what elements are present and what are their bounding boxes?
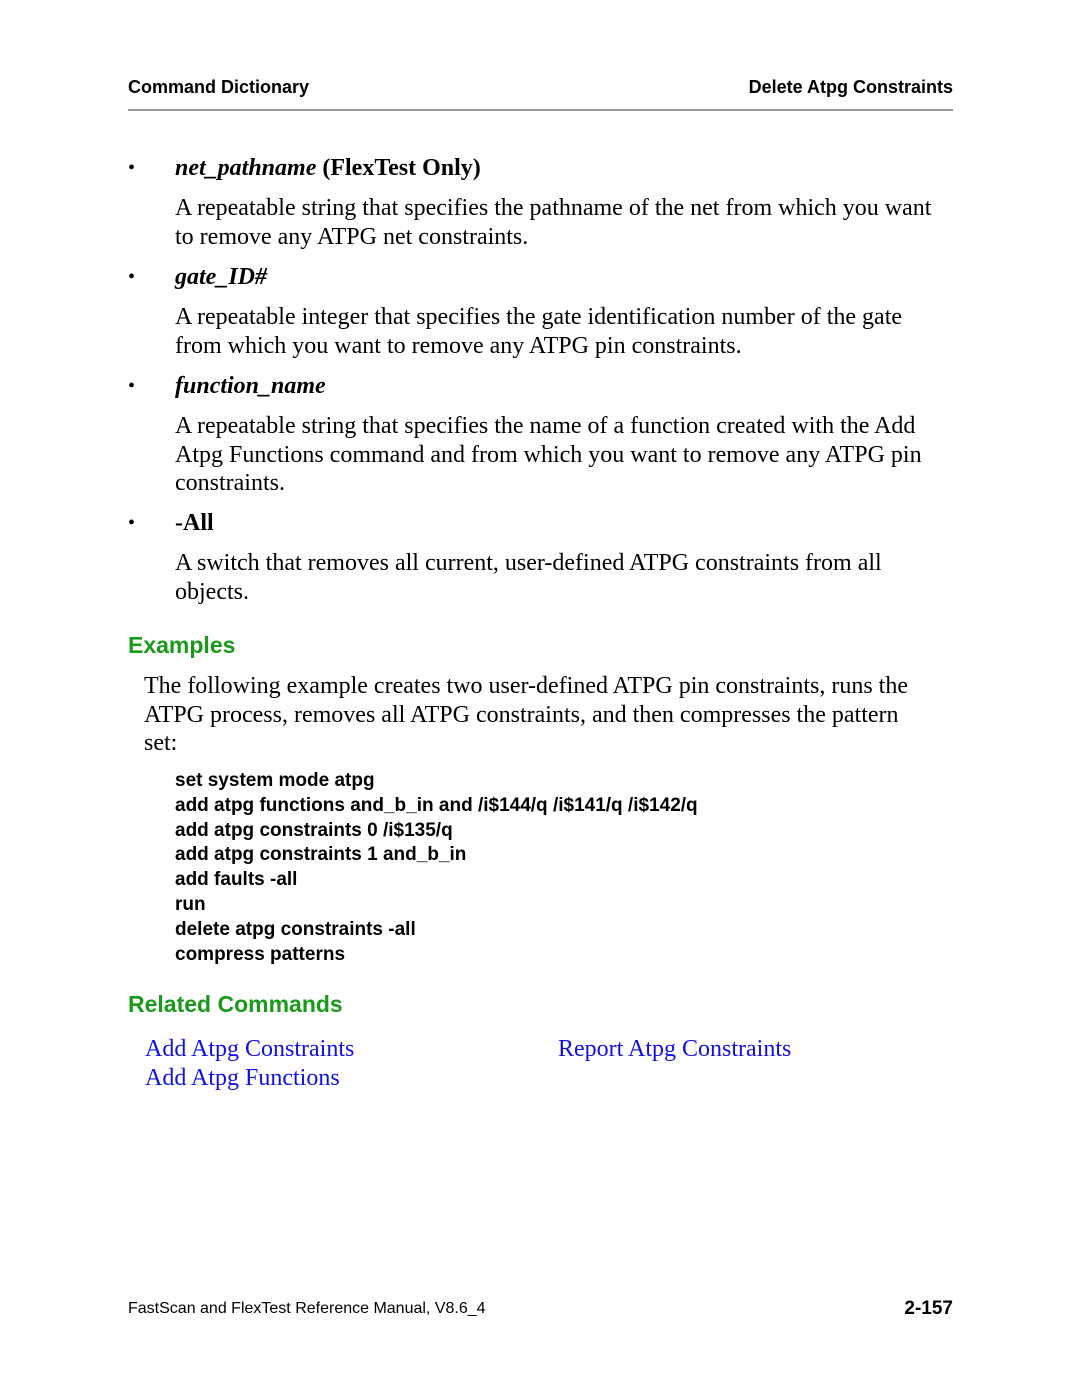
header-command-title: Delete Atpg Constraints xyxy=(748,77,953,97)
code-line: delete atpg constraints -all xyxy=(175,918,416,940)
argument-qualifier: (FlexTest Only) xyxy=(322,155,481,181)
description-line: A switch that removes all current, user-… xyxy=(175,550,882,576)
description-line: A repeatable string that specifies the n… xyxy=(175,413,916,439)
argument-description: A switch that removes all current, user-… xyxy=(175,549,955,606)
argument-description: A repeatable integer that specifies the … xyxy=(175,303,955,360)
argument-name: gate_ID# xyxy=(175,264,267,290)
code-line: set system mode atpg xyxy=(175,770,375,791)
code-line: add atpg functions and_b_in and /i$144/q… xyxy=(175,794,698,816)
description-line: Atpg Functions command and from which yo… xyxy=(175,441,922,468)
description-line: A repeatable integer that specifies the … xyxy=(175,304,903,330)
bullet-icon xyxy=(128,263,168,292)
argument-description: A repeatable string that specifies the n… xyxy=(175,412,955,498)
related-commands-heading: Related Commands xyxy=(128,991,343,1017)
argument-name: -All xyxy=(175,510,214,536)
manual-page: Command Dictionary Delete Atpg Constrain… xyxy=(0,0,1080,1397)
argument-label: net_pathname (FlexTest Only) xyxy=(175,154,481,183)
running-header: Command Dictionary Delete Atpg Constrain… xyxy=(128,77,953,99)
link-add-atpg-constraints[interactable]: Add Atpg Constraints xyxy=(145,1036,354,1063)
footer-page-number: 2-157 xyxy=(904,1298,953,1319)
description-line: A repeatable string that specifies the p… xyxy=(175,195,932,221)
intro-line: ATPG process, removes all ATPG constrain… xyxy=(144,701,899,728)
argument-label: function_name xyxy=(175,372,326,401)
description-line: from which you want to remove any ATPG p… xyxy=(175,332,742,359)
code-line: add atpg constraints 1 and_b_in xyxy=(175,844,467,866)
bullet-icon xyxy=(128,509,168,538)
header-divider xyxy=(128,109,953,111)
description-line: constraints. xyxy=(175,470,285,496)
example-code-block: set system mode atpg add atpg functions … xyxy=(175,769,698,967)
examples-intro: The following example creates two user-d… xyxy=(144,672,944,758)
argument-description: A repeatable string that specifies the p… xyxy=(175,194,955,251)
examples-heading: Examples xyxy=(128,632,236,658)
header-section-title: Command Dictionary xyxy=(128,77,310,97)
bullet-icon xyxy=(128,154,168,183)
code-line: compress patterns xyxy=(175,943,346,965)
link-report-atpg-constraints[interactable]: Report Atpg Constraints xyxy=(558,1036,791,1063)
argument-name: net_pathname xyxy=(175,155,317,181)
code-line: add atpg constraints 0 /i$135/q xyxy=(175,819,453,841)
description-line: objects. xyxy=(175,578,249,605)
code-line: add faults -all xyxy=(175,869,298,891)
description-line: to remove any ATPG net constraints. xyxy=(175,223,529,250)
intro-line: The following example creates two user-d… xyxy=(144,673,908,699)
argument-name: function_name xyxy=(175,373,326,399)
code-line: run xyxy=(175,893,206,915)
footer-manual-title: FastScan and FlexTest Reference Manual, … xyxy=(128,1300,486,1317)
bullet-icon xyxy=(128,372,168,401)
argument-label: gate_ID# xyxy=(175,263,267,292)
intro-line: set: xyxy=(144,730,178,756)
running-footer: FastScan and FlexTest Reference Manual, … xyxy=(128,1298,953,1322)
argument-label: -All xyxy=(175,509,214,538)
link-add-atpg-functions[interactable]: Add Atpg Functions xyxy=(145,1065,340,1092)
